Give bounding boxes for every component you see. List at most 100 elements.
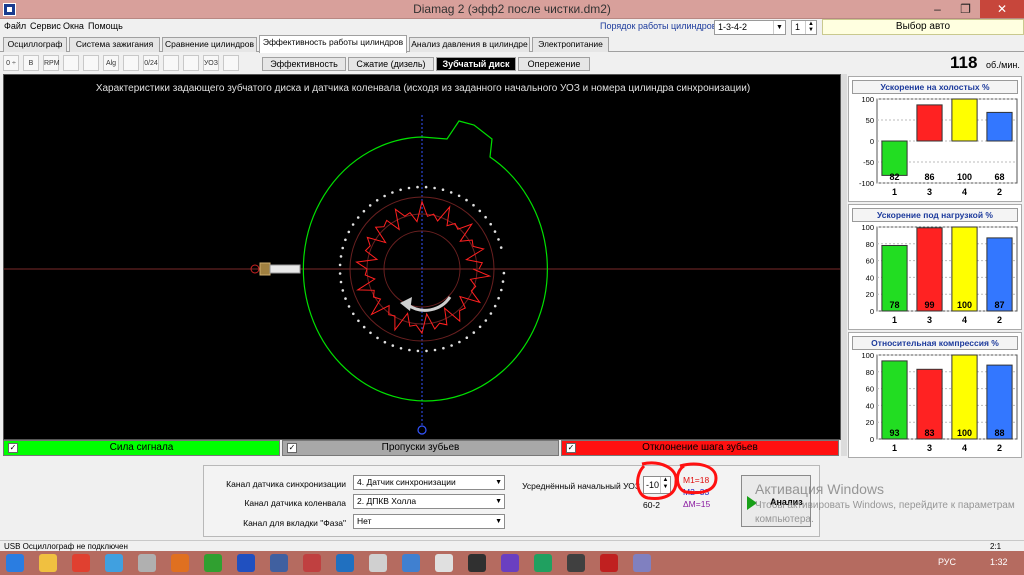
tooth-dot (500, 288, 503, 292)
cylinder-order-select[interactable]: 1-3-4-2 ▼ (714, 20, 786, 35)
bar (881, 140, 908, 176)
bar (916, 227, 943, 312)
crank-channel-select[interactable]: 2. ДПКВ Холла ▼ (353, 494, 505, 509)
bar-value-label: 99 (924, 300, 934, 310)
tab-oscilloscope[interactable]: Осциллограф (3, 37, 67, 52)
menu-help[interactable]: Помощь (88, 21, 123, 31)
app-icon[interactable] (369, 554, 387, 572)
legend-tooth-deviation[interactable]: ✓ Отклонение шага зубьев (561, 440, 839, 456)
diamag-icon[interactable] (270, 554, 288, 572)
percent-icon[interactable]: 0/24 (143, 55, 159, 71)
menu-windows[interactable]: Окна (63, 21, 84, 31)
media-icon[interactable] (105, 554, 123, 572)
y-tick-label: 0 (870, 307, 874, 316)
x-category-label: 3 (927, 315, 932, 325)
app-icon[interactable] (534, 554, 552, 572)
close-button[interactable]: ✕ (980, 0, 1024, 18)
explorer-icon[interactable] (39, 554, 57, 572)
choose-car-button[interactable]: Выбор авто (822, 19, 1024, 35)
folder-icon[interactable] (138, 554, 156, 572)
cylinder-spin[interactable]: 1 ▲ ▼ (791, 20, 817, 35)
app-icon[interactable] (204, 554, 222, 572)
app-icon[interactable] (468, 554, 486, 572)
x-category-label: 2 (997, 443, 1002, 453)
tray-language[interactable]: РУС (938, 557, 956, 567)
browser-icon[interactable] (72, 554, 90, 572)
y-tick-label: 20 (866, 290, 874, 299)
restore-button[interactable]: ❐ (952, 0, 979, 18)
sync-channel-select[interactable]: 4. Датчик синхронизации ▼ (353, 475, 505, 490)
bar-value-label: 86 (924, 172, 934, 182)
tooth-deviation-contour (355, 199, 492, 335)
sync-marker (417, 425, 427, 435)
tooth-dot (416, 349, 420, 353)
tab-power-supply[interactable]: Электропитание (532, 37, 609, 52)
rpm-icon[interactable]: RPM (43, 55, 60, 71)
bar-value-label: 100 (957, 172, 972, 182)
app-icon[interactable] (237, 554, 255, 572)
yoz-icon[interactable]: УОЗ (203, 55, 219, 71)
taskbar: РУС 1:32 (0, 551, 1024, 575)
tune-icon[interactable] (163, 55, 179, 71)
legend-missed-teeth[interactable]: ✓ Пропуски зубьев (282, 440, 559, 456)
tooth-dot (449, 191, 453, 194)
app-icon[interactable] (600, 554, 618, 572)
checkbox[interactable]: ✓ (8, 443, 18, 453)
word-icon[interactable] (402, 554, 420, 572)
app-icon[interactable] (171, 554, 189, 572)
title-bar: Diamag 2 (эфф2 после чистки.dm2) – ❐ ✕ (0, 0, 1024, 19)
checkbox[interactable]: ✓ (287, 443, 297, 453)
tab-cylinder-efficiency[interactable]: Эффективность работы цилиндров (259, 35, 407, 53)
half-icon[interactable]: Alg 1/2 (103, 55, 119, 83)
menu-file[interactable]: Файл (4, 21, 26, 31)
app-icon[interactable] (633, 554, 651, 572)
chart-icon[interactable] (123, 55, 139, 71)
toolbar: 0 ÷BRPM Alg 1/2 0/24 УОЗ (0, 53, 260, 83)
zoom-icon[interactable] (63, 55, 79, 71)
subtab-toothed-disk[interactable]: Зубчатый диск (436, 57, 516, 71)
tooth-dot (433, 348, 437, 352)
phase-tab-select[interactable]: Нет ▼ (353, 514, 505, 529)
menu-service[interactable]: Сервис (30, 21, 61, 31)
app-icon[interactable] (303, 554, 321, 572)
bars-icon[interactable] (183, 55, 199, 71)
tooth-dot (347, 230, 351, 234)
legend-signal-strength[interactable]: ✓ Сила сигнала (3, 440, 280, 456)
y-tick-label: 100 (861, 351, 874, 360)
app-icon[interactable] (336, 554, 354, 572)
tooth-dot (472, 203, 475, 207)
tooth-dot (339, 280, 343, 284)
subtab-advance[interactable]: Опережение (518, 57, 590, 71)
y-tick-label: 60 (866, 385, 874, 394)
tooth-dot (425, 349, 428, 353)
report-icon[interactable] (223, 55, 239, 71)
tab-ignition[interactable]: Система зажигания (69, 37, 160, 52)
subtab-compression-diesel[interactable]: Сжатие (дизель) (348, 57, 434, 71)
minimize-button[interactable]: – (924, 0, 951, 18)
scale-icon[interactable]: 0 ÷ (3, 55, 19, 71)
tooth-dot (383, 340, 387, 344)
side-scrollbar[interactable] (841, 74, 847, 456)
wave-icon[interactable] (83, 55, 99, 71)
start-icon[interactable] (6, 554, 24, 572)
avg-uoz-label: Усреднённый начальный УОЗ (522, 481, 640, 491)
app-icon[interactable] (567, 554, 585, 572)
chevron-down-icon: ▼ (495, 518, 502, 525)
tooth-dot (499, 246, 503, 249)
bar-value-label: 93 (889, 428, 899, 438)
tooth-dot (376, 336, 379, 340)
tooth-dot (478, 209, 482, 213)
tooth-dot (458, 340, 461, 344)
app-icon[interactable] (501, 554, 519, 572)
rotation-arrow-icon (407, 296, 452, 312)
checkbox[interactable]: ✓ (566, 443, 576, 453)
tab-cylinder-compare[interactable]: Сравнение цилиндров (162, 37, 257, 52)
tab-pressure-analysis[interactable]: Анализ давления в цилиндре (409, 37, 530, 52)
tooth-dot (383, 194, 386, 198)
y-tick-label: 40 (866, 273, 874, 282)
tray-clock[interactable]: 1:32 (990, 557, 1008, 567)
avg-uoz-spinner[interactable]: -10 ▲ ▼ (643, 476, 671, 494)
subtab-efficiency[interactable]: Эффективность (262, 57, 346, 71)
bar-icon[interactable]: B (23, 55, 39, 71)
app-icon[interactable] (435, 554, 453, 572)
